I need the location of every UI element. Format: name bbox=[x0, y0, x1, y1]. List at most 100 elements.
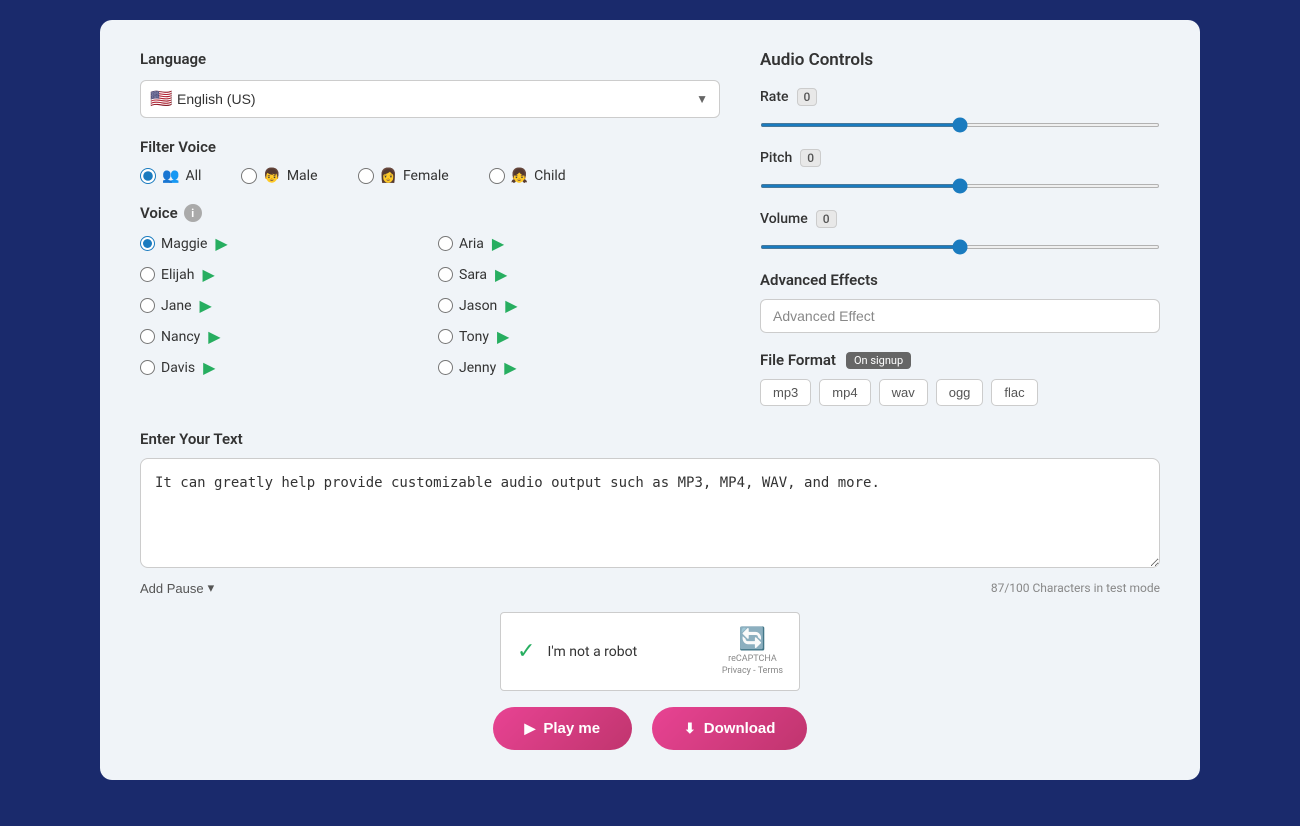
captcha-left: ✓ I'm not a robot bbox=[517, 639, 637, 664]
play-icon: ▶ bbox=[525, 720, 536, 737]
format-ogg[interactable]: ogg bbox=[936, 379, 984, 406]
format-mp3[interactable]: mp3 bbox=[760, 379, 811, 406]
voice-info-icon[interactable]: i bbox=[184, 204, 202, 222]
language-select[interactable]: English (US) English (UK) Spanish French… bbox=[140, 80, 720, 118]
voice-maggie-radio[interactable] bbox=[140, 236, 155, 251]
voice-jenny-play[interactable]: ▶ bbox=[504, 358, 516, 377]
voice-maggie[interactable]: Maggie ▶ bbox=[140, 234, 418, 253]
filter-male-label: Male bbox=[287, 168, 318, 184]
voice-header: Voice i bbox=[140, 204, 720, 222]
voice-tony-play[interactable]: ▶ bbox=[497, 327, 509, 346]
voice-jason-play[interactable]: ▶ bbox=[505, 296, 517, 315]
format-wav[interactable]: wav bbox=[879, 379, 928, 406]
voice-aria-label: Aria bbox=[459, 236, 484, 252]
voice-sara-play[interactable]: ▶ bbox=[495, 265, 507, 284]
audio-controls-section: Audio Controls Rate 0 Pitch 0 bbox=[760, 50, 1160, 406]
format-flac[interactable]: flac bbox=[991, 379, 1037, 406]
volume-label: Volume bbox=[760, 211, 808, 227]
pitch-value: 0 bbox=[800, 149, 821, 167]
add-pause-button[interactable]: Add Pause ▾ bbox=[140, 580, 214, 596]
voice-jenny-radio[interactable] bbox=[438, 360, 453, 375]
voice-elijah-label: Elijah bbox=[161, 267, 194, 283]
filter-child-label: Child bbox=[534, 168, 566, 184]
language-section: Language 🇺🇸 English (US) English (UK) Sp… bbox=[140, 50, 720, 118]
voice-elijah-radio[interactable] bbox=[140, 267, 155, 282]
action-buttons: ▶ Play me ⬇ Download bbox=[140, 707, 1160, 750]
voice-jane-label: Jane bbox=[161, 298, 192, 314]
filter-male-emoji: 👦 bbox=[263, 168, 280, 184]
voice-elijah[interactable]: Elijah ▶ bbox=[140, 265, 418, 284]
filter-female-emoji: 👩 bbox=[380, 168, 397, 184]
play-button[interactable]: ▶ Play me bbox=[493, 707, 633, 750]
filter-voice-label: Filter Voice bbox=[140, 138, 720, 156]
filter-all-radio[interactable] bbox=[140, 168, 156, 184]
voice-jason-radio[interactable] bbox=[438, 298, 453, 313]
voice-aria[interactable]: Aria ▶ bbox=[438, 234, 716, 253]
voice-jane[interactable]: Jane ▶ bbox=[140, 296, 418, 315]
voice-tony[interactable]: Tony ▶ bbox=[438, 327, 716, 346]
voice-nancy-play[interactable]: ▶ bbox=[208, 327, 220, 346]
recaptcha-brand: reCAPTCHA bbox=[728, 654, 777, 664]
main-container: Language 🇺🇸 English (US) English (UK) Sp… bbox=[100, 20, 1200, 780]
download-icon: ⬇ bbox=[684, 720, 696, 737]
voice-elijah-play[interactable]: ▶ bbox=[202, 265, 214, 284]
voice-davis-label: Davis bbox=[161, 360, 195, 376]
format-buttons: mp3 mp4 wav ogg flac bbox=[760, 379, 1160, 406]
filter-all[interactable]: 👥 All bbox=[140, 168, 201, 184]
play-label: Play me bbox=[543, 720, 600, 737]
rate-value: 0 bbox=[797, 88, 818, 106]
voice-jane-play[interactable]: ▶ bbox=[200, 296, 212, 315]
rate-slider[interactable] bbox=[760, 123, 1160, 127]
voice-jenny-label: Jenny bbox=[459, 360, 496, 376]
voice-jenny[interactable]: Jenny ▶ bbox=[438, 358, 716, 377]
signup-badge: On signup bbox=[846, 352, 911, 369]
pitch-label-row: Pitch 0 bbox=[760, 149, 1160, 167]
pitch-slider[interactable] bbox=[760, 184, 1160, 188]
voice-davis[interactable]: Davis ▶ bbox=[140, 358, 418, 377]
download-button[interactable]: ⬇ Download bbox=[652, 707, 807, 750]
voice-davis-play[interactable]: ▶ bbox=[203, 358, 215, 377]
rate-label-row: Rate 0 bbox=[760, 88, 1160, 106]
filter-child-radio[interactable] bbox=[489, 168, 505, 184]
voice-jane-radio[interactable] bbox=[140, 298, 155, 313]
rate-group: Rate 0 bbox=[760, 88, 1160, 131]
filter-male[interactable]: 👦 Male bbox=[241, 168, 317, 184]
filter-female-label: Female bbox=[403, 168, 449, 184]
voice-jason[interactable]: Jason ▶ bbox=[438, 296, 716, 315]
add-pause-label: Add Pause bbox=[140, 581, 204, 596]
recaptcha-icon: 🔄 bbox=[739, 627, 766, 652]
filter-male-radio[interactable] bbox=[241, 168, 257, 184]
voice-sara[interactable]: Sara ▶ bbox=[438, 265, 716, 284]
format-mp4[interactable]: mp4 bbox=[819, 379, 870, 406]
pitch-label: Pitch bbox=[760, 150, 792, 166]
voice-aria-play[interactable]: ▶ bbox=[492, 234, 504, 253]
filter-female-radio[interactable] bbox=[358, 168, 374, 184]
voice-tony-radio[interactable] bbox=[438, 329, 453, 344]
voice-grid: Maggie ▶ Aria ▶ Elijah ▶ bbox=[140, 234, 720, 377]
voice-aria-radio[interactable] bbox=[438, 236, 453, 251]
voice-sara-radio[interactable] bbox=[438, 267, 453, 282]
voice-nancy[interactable]: Nancy ▶ bbox=[140, 327, 418, 346]
recaptcha-sub: Privacy - Terms bbox=[722, 666, 783, 676]
advanced-effects-section: Advanced Effects Advanced Effect Echo Re… bbox=[760, 271, 1160, 333]
captcha-checkmark: ✓ bbox=[517, 639, 535, 664]
voice-maggie-play[interactable]: ▶ bbox=[215, 234, 227, 253]
advanced-effects-select[interactable]: Advanced Effect Echo Reverb Robot Whispe… bbox=[760, 299, 1160, 333]
text-input[interactable]: It can greatly help provide customizable… bbox=[140, 458, 1160, 568]
file-format-title: File Format bbox=[760, 351, 836, 369]
voice-jason-label: Jason bbox=[459, 298, 497, 314]
filter-voice-group: 👥 All 👦 Male 👩 Female bbox=[140, 168, 720, 184]
captcha-box[interactable]: ✓ I'm not a robot 🔄 reCAPTCHA Privacy - … bbox=[500, 612, 800, 691]
file-format-header: File Format On signup bbox=[760, 351, 1160, 369]
volume-slider[interactable] bbox=[760, 245, 1160, 249]
voice-davis-radio[interactable] bbox=[140, 360, 155, 375]
right-column: Audio Controls Rate 0 Pitch 0 bbox=[760, 50, 1160, 416]
voice-nancy-radio[interactable] bbox=[140, 329, 155, 344]
filter-female[interactable]: 👩 Female bbox=[358, 168, 449, 184]
filter-child[interactable]: 👧 Child bbox=[489, 168, 566, 184]
volume-value: 0 bbox=[816, 210, 837, 228]
left-column: Language 🇺🇸 English (US) English (UK) Sp… bbox=[140, 50, 720, 416]
filter-all-emoji: 👥 bbox=[162, 168, 179, 184]
volume-group: Volume 0 bbox=[760, 210, 1160, 253]
language-label: Language bbox=[140, 50, 720, 68]
